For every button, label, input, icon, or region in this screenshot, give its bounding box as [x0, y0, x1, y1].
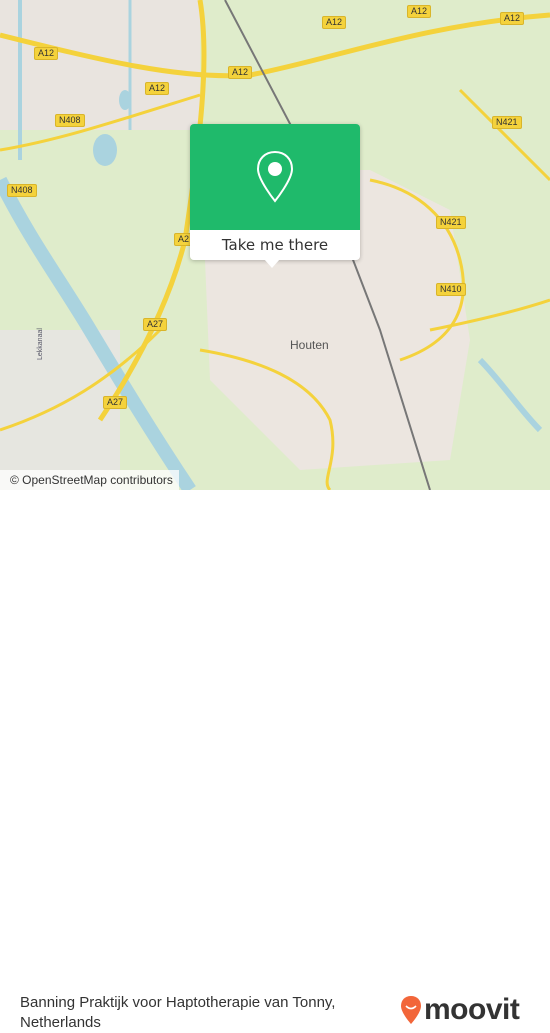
- location-popup: Take me there: [190, 124, 360, 260]
- road-label: A12: [500, 12, 525, 25]
- road-label: N408: [7, 184, 37, 197]
- road-label: A12: [145, 82, 170, 95]
- brand-name: moovit: [424, 993, 520, 1026]
- road-label: N421: [436, 216, 466, 229]
- road-label: N408: [55, 114, 85, 127]
- location-name: Banning Praktijk voor Haptotherapie van …: [20, 994, 336, 1031]
- road-label: A12: [228, 66, 253, 79]
- road-label: A12: [322, 16, 347, 29]
- road-label: A12: [34, 47, 59, 60]
- road-label: A12: [407, 5, 432, 18]
- road-label: N410: [436, 283, 466, 296]
- road-label: N421: [492, 116, 522, 129]
- take-me-there-button[interactable]: Take me there: [190, 230, 360, 260]
- road-label: A27: [143, 318, 168, 331]
- popup-header: [190, 124, 360, 230]
- road-label: A27: [103, 396, 128, 409]
- moovit-logo: moovit: [400, 993, 520, 1027]
- footer: Banning Praktijk voor Haptotherapie van …: [0, 490, 550, 1031]
- moovit-pin-icon: [401, 996, 421, 1024]
- place-label: Houten: [290, 338, 329, 352]
- map-pin-icon: [256, 150, 294, 203]
- popup-pointer: [264, 259, 280, 268]
- canal-label: Lekkanaal: [37, 328, 44, 360]
- map-attribution[interactable]: © OpenStreetMap contributors: [0, 470, 179, 491]
